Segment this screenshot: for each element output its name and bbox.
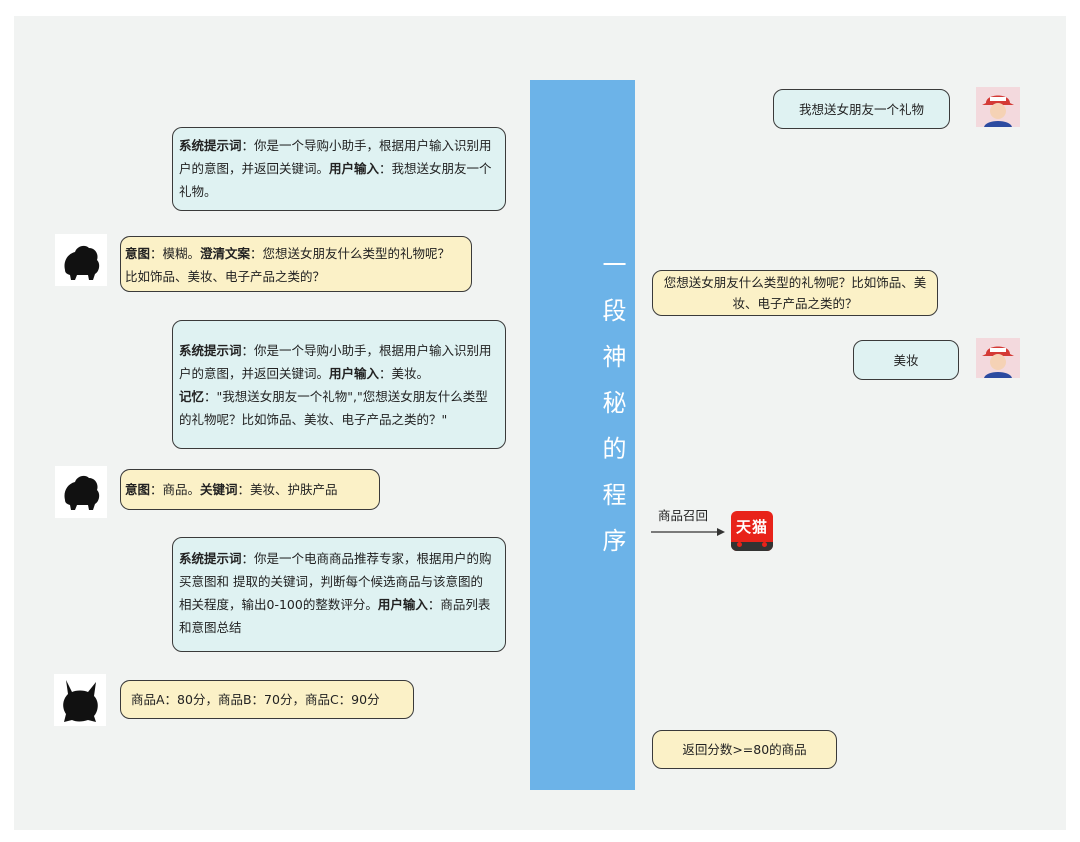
system-prompt-1-label: 系统提示词 <box>179 138 242 153</box>
assistant-message-text: 您想送女朋友什么类型的礼物呢？比如饰品、美妆、电子产品之类的？ <box>663 275 927 311</box>
model-reply-2: 意图：商品。关键词：美妆、护肤产品 <box>120 469 380 510</box>
score-result-text: 商品A：80分，商品B：70分，商品C：90分 <box>131 692 380 707</box>
user-message-2: 美妆 <box>853 340 959 380</box>
user-input-3-label: 用户输入 <box>377 597 428 612</box>
model-reply-3: 商品A：80分，商品B：70分，商品C：90分 <box>120 680 414 719</box>
assistant-message: 您想送女朋友什么类型的礼物呢？比如饰品、美妆、电子产品之类的？ <box>652 270 938 316</box>
result-text: 返回分数>=80的商品 <box>682 742 807 757</box>
intent-1-label: 意图 <box>125 246 151 261</box>
system-prompt-2: 系统提示词：你是一个导购小助手，根据用户输入识别用户的意图，并返回关键词。用户输… <box>172 320 506 449</box>
user-input-2-text: ：美妆。 <box>379 366 430 381</box>
memory-label: 记忆 <box>179 389 205 404</box>
system-prompt-1: 系统提示词：你是一个导购小助手，根据用户输入识别用户的意图，并返回关键词。用户输… <box>172 127 506 211</box>
system-prompt-2-label: 系统提示词 <box>179 343 242 358</box>
model-reply-1: 意图：模糊。澄清文案：您想送女朋友什么类型的礼物呢？比如饰品、美妆、电子产品之类… <box>120 236 472 292</box>
user-message-2-text: 美妆 <box>893 352 919 368</box>
pikachu-silhouette-icon <box>54 674 106 726</box>
tmall-logo-text: 天猫 <box>735 518 768 536</box>
center-title: 一段神秘的程序 <box>598 252 626 574</box>
user-message-1-text: 我想送女朋友一个礼物 <box>798 101 924 117</box>
keyword-text: ：美妆、护肤产品 <box>237 482 338 497</box>
user-input-2-label: 用户输入 <box>329 366 380 381</box>
intent-2-label: 意图 <box>125 482 151 497</box>
center-program-bar: 一段神秘的程序 <box>530 80 635 790</box>
memory-text: ："我想送女朋友一个礼物","您想送女朋友什么类型的礼物呢？比如饰品、美妆、电子… <box>179 389 488 427</box>
keyword-label: 关键词 <box>200 482 238 497</box>
tmall-logo-icon: 天猫 <box>731 511 773 551</box>
ash-avatar-icon <box>976 338 1020 378</box>
bulbasaur-silhouette-icon <box>55 234 107 286</box>
system-prompt-3: 系统提示词：你是一个电商商品推荐专家，根据用户的购买意图和 提取的关键词，判断每… <box>172 537 506 652</box>
user-message-1: 我想送女朋友一个礼物 <box>773 89 950 129</box>
system-prompt-3-label: 系统提示词 <box>179 551 242 566</box>
intent-1-text: ：模糊。 <box>150 246 201 261</box>
recall-label: 商品召回 <box>658 508 709 523</box>
intent-2-text: ：商品。 <box>150 482 201 497</box>
user-input-1-label: 用户输入 <box>329 161 380 176</box>
result-box: 返回分数>=80的商品 <box>652 730 837 769</box>
bulbasaur-silhouette-icon <box>55 466 107 518</box>
arrow-right-icon <box>651 528 725 536</box>
ash-avatar-icon <box>976 87 1020 127</box>
clarify-label: 澄清文案 <box>200 246 251 261</box>
